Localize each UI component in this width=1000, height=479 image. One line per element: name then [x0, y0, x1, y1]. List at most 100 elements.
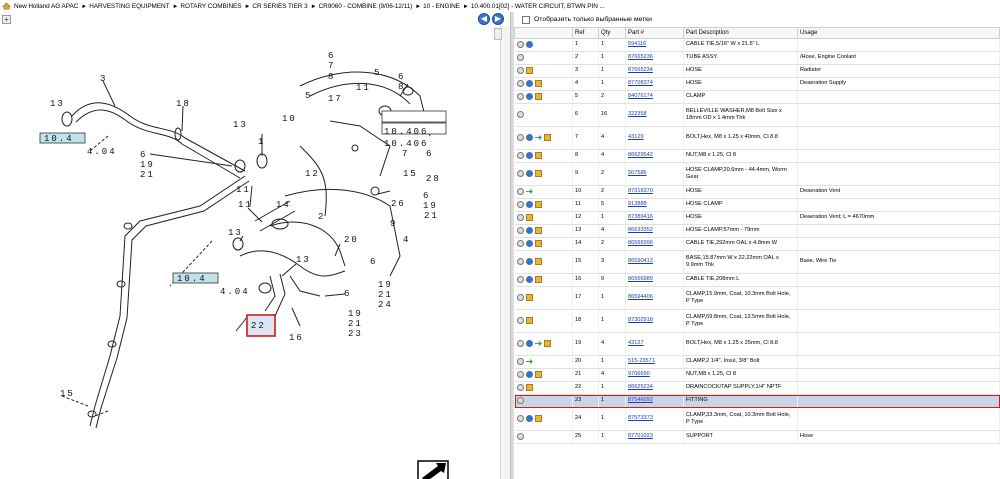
table-row[interactable]: 1 1 594116 CABLE TIE,5/16" W x 21.5" L	[514, 38, 1000, 52]
callout-number[interactable]: 10	[282, 114, 297, 124]
settings-icon[interactable]	[516, 275, 524, 283]
package-icon[interactable]	[525, 316, 533, 324]
table-row[interactable]: 8 4 86629542 NUT,M8 x 1.25, Cl 8	[514, 149, 1000, 163]
info-icon[interactable]	[525, 151, 533, 159]
callout-number[interactable]: 11	[356, 83, 371, 93]
filter-checkbox[interactable]	[522, 15, 530, 24]
callout-number[interactable]: 19	[423, 201, 438, 211]
table-row[interactable]: 15 3 86590413 BASE,15.87mm W x 22.22mm OAL …	[514, 250, 1000, 274]
package-icon[interactable]	[543, 133, 551, 141]
part-number-link[interactable]: 913888	[628, 201, 647, 207]
arrow-icon[interactable]	[525, 358, 533, 365]
settings-icon[interactable]	[516, 432, 524, 440]
settings-icon[interactable]	[516, 370, 524, 378]
settings-icon[interactable]	[516, 414, 524, 422]
arrow-icon[interactable]	[525, 188, 533, 195]
settings-icon[interactable]	[516, 357, 524, 365]
table-row[interactable]: 9 2 507586 HOSE CLAMP,20.6mm - 44.4mm, Worm…	[514, 162, 1000, 186]
package-icon[interactable]	[534, 239, 542, 247]
column-header[interactable]: Qty	[598, 27, 626, 39]
part-number-link[interactable]: 87665234	[628, 67, 653, 73]
part-number-link[interactable]: 87665236	[628, 54, 653, 60]
column-header[interactable]: Ref	[572, 27, 599, 39]
package-icon[interactable]	[534, 275, 542, 283]
package-icon[interactable]	[534, 151, 542, 159]
callout-number[interactable]: 16	[289, 333, 304, 343]
callout-number[interactable]: 13	[296, 255, 311, 265]
package-icon[interactable]	[525, 293, 533, 301]
package-icon[interactable]	[534, 79, 542, 87]
settings-icon[interactable]	[516, 213, 524, 221]
table-row[interactable]: 10 2 87316370 HOSE Deaeration Vent	[514, 185, 1000, 199]
package-icon[interactable]	[534, 370, 542, 378]
callout-number[interactable]: 8	[328, 72, 335, 82]
callout-number[interactable]: 18	[176, 99, 191, 109]
breadcrumb-item[interactable]: 10 - ENGINE	[423, 3, 460, 10]
part-number-link[interactable]: 86633352	[628, 227, 653, 233]
part-number-link[interactable]: 87546092	[628, 397, 653, 403]
package-icon[interactable]	[525, 383, 533, 391]
info-icon[interactable]	[525, 414, 533, 422]
package-icon[interactable]	[543, 339, 551, 347]
info-icon[interactable]	[525, 239, 533, 247]
callout-number[interactable]: 8	[398, 82, 405, 92]
info-icon[interactable]	[525, 370, 533, 378]
callout-number[interactable]: 21	[424, 211, 439, 221]
part-number-link[interactable]: 87708374	[628, 80, 653, 86]
settings-icon[interactable]	[516, 396, 524, 404]
callout-number[interactable]: 19	[378, 280, 393, 290]
part-number-link[interactable]: 84076174	[628, 93, 653, 99]
info-icon[interactable]	[525, 169, 533, 177]
table-row[interactable]: 2 1 87665236 TUBE ASSY./Hose, Engine Coolan…	[514, 51, 1000, 65]
info-icon[interactable]	[525, 40, 533, 48]
callout-number[interactable]: 7	[328, 61, 335, 71]
callout-number[interactable]: 24	[378, 300, 393, 310]
callout-number[interactable]: 21	[140, 170, 155, 180]
info-icon[interactable]	[525, 92, 533, 100]
table-row[interactable]: 24 1 87573373 CLAMP,33.3mm, Coat, 10.3mm Bo…	[514, 407, 1000, 431]
package-icon[interactable]	[534, 226, 542, 234]
callout-number[interactable]: 19	[140, 160, 155, 170]
info-icon[interactable]	[525, 275, 533, 283]
filter-selected-checkbox-row[interactable]: Отобразить только выбранные метки	[514, 12, 1000, 27]
breadcrumb-item[interactable]: CR SERIES TIER 3	[252, 3, 307, 10]
part-number-link[interactable]: 86594406	[628, 294, 653, 300]
table-row[interactable]: 23 1 87546092 FITTING	[514, 394, 1000, 408]
callout-number[interactable]: 10.406	[384, 127, 428, 137]
settings-icon[interactable]	[516, 239, 524, 247]
info-icon[interactable]	[525, 133, 533, 141]
table-row[interactable]: 6 16 322358 BELLEVILLE WASHER,M8 Bolt Size …	[514, 103, 1000, 127]
callout-number[interactable]: 19	[348, 309, 363, 319]
part-number-link[interactable]: 87389416	[628, 214, 653, 220]
settings-icon[interactable]	[516, 53, 524, 61]
table-row[interactable]: 21 4 9706690 NUT,M8 x 1.25, Cl 8	[514, 368, 1000, 382]
callout-number[interactable]: 6	[370, 257, 377, 267]
part-number-link[interactable]: 86566996	[628, 240, 653, 246]
callout-number[interactable]: 21	[378, 290, 393, 300]
settings-icon[interactable]	[516, 66, 524, 74]
settings-icon[interactable]	[516, 187, 524, 195]
export-arrow-icon[interactable]	[417, 460, 449, 479]
expand-button[interactable]: +	[2, 15, 11, 24]
table-row[interactable]: 5 2 84076174 CLAMP	[514, 90, 1000, 104]
callout-number[interactable]: 13	[233, 120, 248, 130]
settings-icon[interactable]	[516, 79, 524, 87]
part-number-link[interactable]: 43127	[628, 340, 644, 346]
settings-icon[interactable]	[516, 339, 524, 347]
callout-number[interactable]: 11	[238, 200, 253, 210]
callout-number[interactable]: 11	[236, 185, 251, 195]
arrow-icon[interactable]	[534, 340, 542, 347]
table-row[interactable]: 14 2 86566996 CABLE TIE,292mm OAL x 4.8mm W	[514, 237, 1000, 251]
diagram-scroll-thumb[interactable]	[494, 28, 502, 40]
column-header[interactable]: Part Description	[683, 27, 798, 39]
callout-number[interactable]: 10.406	[384, 139, 428, 149]
parts-diagram[interactable]: 31310.44.041813619211011111 141310.44.046…	[0, 26, 494, 479]
part-number-link[interactable]: 86590413	[628, 258, 653, 264]
breadcrumb-item[interactable]: 10.400.01[02] - WATER CIRCUIT, BTWN PIN …	[471, 3, 605, 10]
settings-icon[interactable]	[516, 40, 524, 48]
callout-number[interactable]: 15	[403, 169, 418, 179]
settings-icon[interactable]	[516, 257, 524, 265]
callout-number[interactable]: 3	[100, 74, 107, 84]
settings-icon[interactable]	[516, 293, 524, 301]
callout-number[interactable]: 6	[423, 191, 430, 201]
